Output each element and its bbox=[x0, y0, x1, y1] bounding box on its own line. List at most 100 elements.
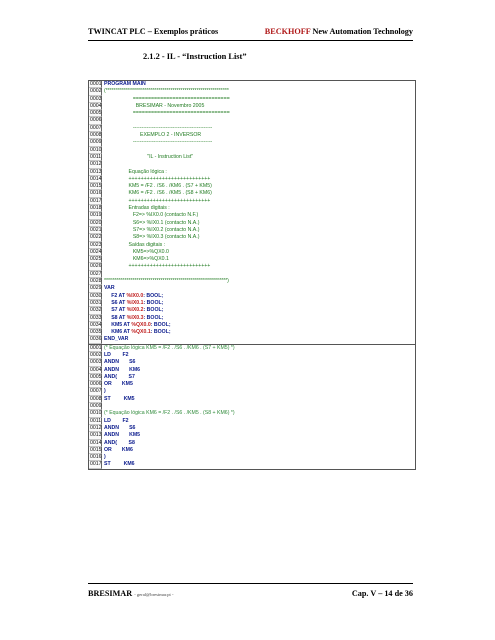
code-text: ANDN S6 bbox=[104, 359, 136, 366]
code-line[interactable]: 0007 -----------------------------------… bbox=[89, 124, 415, 133]
io-address: %QX0.1 bbox=[131, 329, 151, 336]
code-line[interactable]: 0018 Entradas digitais : bbox=[89, 205, 415, 213]
code-line[interactable]: 0032 S7 AT %IX0.2: BOOL; bbox=[89, 307, 415, 315]
code-line[interactable]: 0003 ANDN S6 bbox=[89, 359, 415, 367]
code-line[interactable]: 0019 F2=> %IX0.0 (contacto N.F.) bbox=[89, 212, 415, 220]
line-number: 0008 bbox=[89, 132, 102, 140]
code-line[interactable]: 0008 EXEMPLO 2 - INVERSOR bbox=[89, 132, 415, 140]
code-text: ST KM6 bbox=[104, 461, 135, 468]
line-number: 0004 bbox=[89, 366, 102, 374]
instruction-section: 0001 (* Equação lógica KM5 = /F2 . /S6 . … bbox=[89, 344, 415, 469]
code-line[interactable]: 0025 KM6=>%QX0.1 bbox=[89, 256, 415, 264]
code-line[interactable]: 0008 ST KM5 bbox=[89, 395, 415, 404]
code-line[interactable]: 0013 ANDN KM5 bbox=[89, 432, 415, 440]
code-text: AND( S7 bbox=[104, 373, 135, 380]
line-number: 0022 bbox=[89, 234, 102, 242]
code-line[interactable]: 0016 KM6 = /F2 . /S6 . /KM5 . (S8 + KM6) bbox=[89, 190, 415, 198]
code-line[interactable]: 0001 PROGRAM MAIN bbox=[89, 81, 415, 89]
code-text: S8 AT %IX0.3: BOOL; bbox=[104, 314, 164, 321]
code-line[interactable]: 0015 OR KM6 bbox=[89, 446, 415, 455]
code-text: S6 AT %IX0.1: BOOL; bbox=[104, 299, 164, 306]
line-number: 0016 bbox=[89, 190, 102, 198]
code-line[interactable]: 0009 -----------------------------------… bbox=[89, 139, 415, 147]
code-line[interactable]: 0036 END_VAR bbox=[89, 336, 415, 344]
code-line[interactable]: 0029 VAR bbox=[89, 285, 415, 293]
code-text: KM6 = /F2 . /S6 . /KM5 . (S8 + KM6) bbox=[104, 190, 212, 197]
code-line[interactable]: 0031 S6 AT %IX0.1: BOOL; bbox=[89, 299, 415, 308]
footer-company: BRESIMAR - geral@bresimar.pt - bbox=[88, 589, 174, 598]
line-number: 0008 bbox=[89, 395, 102, 404]
code-line[interactable]: 0005 AND( S7 bbox=[89, 373, 415, 382]
line-number: 0009 bbox=[89, 403, 102, 411]
code-line[interactable]: 0017 ST KM6 bbox=[89, 461, 415, 469]
code-text: LD F2 bbox=[104, 417, 129, 424]
code-line[interactable]: 0022 S8=> %IX0.3 (contacto N.A.) bbox=[89, 234, 415, 242]
code-line[interactable]: 0016) bbox=[89, 454, 415, 462]
footer-rule bbox=[88, 583, 413, 584]
code-line[interactable]: 0011 "IL - Instruction List" bbox=[89, 153, 415, 162]
code-line[interactable]: 0005 ================================ bbox=[89, 110, 415, 118]
code-text: S7=> %IX0.2 (contacto N.A.) bbox=[104, 226, 200, 233]
code-line[interactable]: 0010 (* Equação lógica KM6 = /F2 . /S6 . … bbox=[89, 410, 415, 418]
document-header-title: TWINCAT PLC – Exemplos práticos bbox=[88, 27, 219, 36]
code-line[interactable]: 0001 (* Equação lógica KM5 = /F2 . /S6 . … bbox=[89, 344, 415, 352]
line-number: 0014 bbox=[89, 175, 102, 184]
line-number: 0002 bbox=[89, 351, 102, 360]
declaration-section: 0001 PROGRAM MAIN 0002 (*******************… bbox=[89, 81, 415, 345]
code-text: F2=> %IX0.0 (contacto N.F.) bbox=[104, 212, 199, 219]
code-text: VAR bbox=[104, 285, 115, 292]
code-line[interactable]: 0004 BRESIMAR - Novembro 2005 bbox=[89, 102, 415, 111]
code-line[interactable]: 0009 bbox=[89, 403, 415, 411]
code-text: +++++++++++++++++++++++++++ bbox=[104, 197, 211, 204]
code-line[interactable]: 0006 OR KM5 bbox=[89, 381, 415, 389]
code-line[interactable]: 0014 AND( S8 bbox=[89, 439, 415, 447]
code-line[interactable]: 0033 S8 AT %IX0.3: BOOL; bbox=[89, 314, 415, 322]
line-number: 0001 bbox=[89, 344, 102, 352]
code-text: +++++++++++++++++++++++++++ bbox=[104, 263, 211, 270]
code-text: (***************************************… bbox=[104, 88, 229, 95]
code-text: ANDN KM6 bbox=[104, 366, 141, 373]
code-text: LD F2 bbox=[104, 351, 129, 358]
code-line[interactable]: 0023 Saídas digitais : bbox=[89, 241, 415, 249]
line-number: 0035 bbox=[89, 329, 102, 337]
code-text: Equação lógica : bbox=[104, 168, 167, 175]
code-line[interactable]: 0021 S7=> %IX0.2 (contacto N.A.) bbox=[89, 226, 415, 235]
code-line[interactable]: 0015 KM5 = /F2 . /S6 . /KM6 . (S7 + KM5) bbox=[89, 183, 415, 191]
line-number: 0023 bbox=[89, 241, 102, 249]
code-line[interactable]: 0002 LD F2 bbox=[89, 351, 415, 360]
code-line[interactable]: 0026 +++++++++++++++++++++++++++ bbox=[89, 263, 415, 271]
code-text: ANDN S6 bbox=[104, 424, 136, 431]
code-line[interactable]: 0006 bbox=[89, 117, 415, 125]
code-line[interactable]: 0012 ANDN S6 bbox=[89, 424, 415, 433]
code-line[interactable]: 0028 ************************************… bbox=[89, 278, 415, 286]
code-line[interactable]: 0002 (***********************************… bbox=[89, 88, 415, 96]
line-number: 0017 bbox=[89, 197, 102, 206]
line-number: 0018 bbox=[89, 468, 102, 469]
code-line[interactable]: 0035 KM6 AT %QX0.1: BOOL; bbox=[89, 329, 415, 337]
code-line[interactable]: 0018 bbox=[89, 468, 415, 469]
line-number: 0011 bbox=[89, 417, 102, 425]
code-line[interactable]: 0007) bbox=[89, 388, 415, 396]
code-text: Saídas digitais : bbox=[104, 241, 166, 248]
code-line[interactable]: 0024 KM5=>%QX0.0 bbox=[89, 248, 415, 257]
line-number: 0021 bbox=[89, 226, 102, 235]
code-line[interactable]: 0013 Equação lógica : bbox=[89, 168, 415, 176]
code-line[interactable]: 0011 LD F2 bbox=[89, 417, 415, 425]
code-line[interactable]: 0017 +++++++++++++++++++++++++++ bbox=[89, 197, 415, 206]
code-text: F2 AT %IX0.0: BOOL; bbox=[104, 292, 164, 299]
line-number: 0006 bbox=[89, 117, 102, 125]
code-line[interactable]: 0034 KM5 AT %QX0.0: BOOL; bbox=[89, 321, 415, 330]
line-number: 0013 bbox=[89, 432, 102, 440]
code-line[interactable]: 0020 S6=> %IX0.1 (contacto N.A.) bbox=[89, 219, 415, 227]
code-line[interactable]: 0027 bbox=[89, 270, 415, 279]
code-line[interactable]: 0014 +++++++++++++++++++++++++++ bbox=[89, 175, 415, 184]
line-number: 0004 bbox=[89, 102, 102, 111]
code-line[interactable]: 0003 ================================ bbox=[89, 95, 415, 103]
code-text: ) bbox=[104, 388, 106, 395]
line-number: 0006 bbox=[89, 381, 102, 389]
code-text: OR KM6 bbox=[104, 446, 133, 453]
code-line[interactable]: 0030 F2 AT %IX0.0: BOOL; bbox=[89, 292, 415, 300]
code-line[interactable]: 0012 bbox=[89, 161, 415, 169]
code-line[interactable]: 0004 ANDN KM6 bbox=[89, 366, 415, 374]
code-line[interactable]: 0010 bbox=[89, 146, 415, 154]
